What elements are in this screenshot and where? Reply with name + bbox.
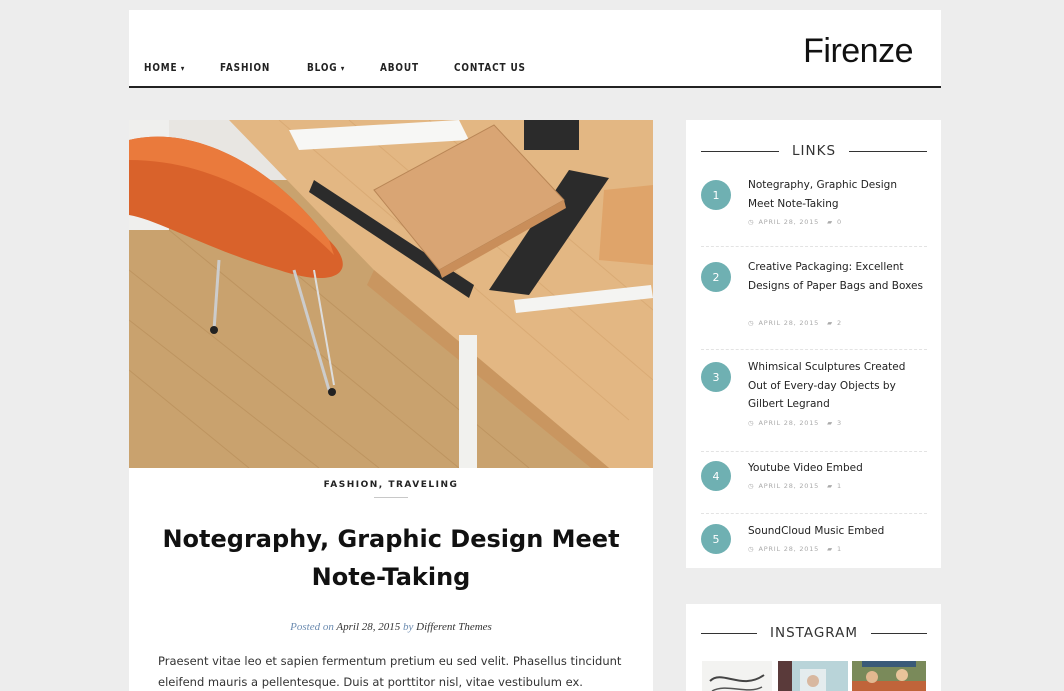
instagram-thumbnail[interactable] [702, 661, 772, 691]
instagram-thumbnail[interactable] [852, 661, 926, 691]
divider [701, 246, 927, 247]
number-badge: 1 [701, 180, 731, 210]
post-featured-image[interactable] [129, 120, 653, 468]
links-widget: LINKS 1 Notegraphy, Graphic Design Meet … [686, 120, 941, 568]
link-title[interactable]: Creative Packaging: Excellent Designs of… [748, 258, 923, 295]
list-item[interactable]: 1 Notegraphy, Graphic Design Meet Note-T… [701, 176, 927, 236]
instagram-thumbnail[interactable] [778, 661, 848, 691]
number-badge: 3 [701, 362, 731, 392]
link-title[interactable]: Notegraphy, Graphic Design Meet Note-Tak… [748, 176, 923, 213]
site-logo[interactable]: Firenze [803, 32, 913, 71]
clock-icon: ◷ [748, 218, 755, 226]
comment-icon: ▰ [827, 319, 833, 327]
nav-item-home[interactable]: HOME ▾ [144, 62, 185, 74]
link-title[interactable]: Youtube Video Embed [748, 459, 923, 478]
post-excerpt: Praesent vitae leo et sapien fermentum p… [158, 654, 622, 689]
divider [701, 451, 927, 452]
chevron-down-icon: ▾ [180, 63, 186, 73]
list-item[interactable]: 3 Whimsical Sculptures Created Out of Ev… [701, 358, 927, 438]
number-badge: 4 [701, 461, 731, 491]
page: HOME ▾ FASHION BLOG ▾ ABOUT CONTACT US Fir… [129, 10, 941, 691]
number-badge: 5 [701, 524, 731, 554]
comment-icon: ▰ [827, 419, 833, 427]
clock-icon: ◷ [748, 545, 755, 553]
instagram-widget: INSTAGRAM [686, 604, 941, 691]
nav-item-contact[interactable]: CONTACT US [454, 62, 526, 74]
post-categories[interactable]: FASHION, TRAVELING [129, 480, 653, 498]
comment-icon: ▰ [827, 482, 833, 490]
site-header: HOME ▾ FASHION BLOG ▾ ABOUT CONTACT US Fir… [129, 10, 941, 88]
clock-icon: ◷ [748, 319, 755, 327]
list-item[interactable]: 4 Youtube Video Embed ◷ APRIL 28, 2015 ▰ 1 [701, 459, 927, 499]
clock-icon: ◷ [748, 482, 755, 490]
post-author[interactable]: Different Themes [416, 621, 492, 633]
nav-item-blog[interactable]: BLOG ▾ [307, 62, 345, 74]
widget-title: INSTAGRAM [701, 624, 927, 642]
nav-item-fashion[interactable]: FASHION [220, 62, 270, 74]
number-badge: 2 [701, 262, 731, 292]
post-title[interactable]: Notegraphy, Graphic Design Meet Note-Tak… [149, 520, 633, 596]
post-meta: Posted on April 28, 2015 by Different Th… [290, 621, 492, 633]
list-item[interactable]: 2 Creative Packaging: Excellent Designs … [701, 258, 927, 338]
featured-post: FASHION, TRAVELING Notegraphy, Graphic D… [129, 120, 653, 691]
widget-title: LINKS [701, 142, 927, 160]
link-title[interactable]: Whimsical Sculptures Created Out of Ever… [748, 358, 923, 414]
comment-icon: ▰ [827, 545, 833, 553]
main-nav: HOME ▾ FASHION BLOG ▾ ABOUT CONTACT US [144, 62, 567, 74]
post-date[interactable]: April 28, 2015 [336, 621, 400, 633]
divider [374, 497, 408, 498]
link-meta: ◷ APRIL 28, 2015 ▰ 1 [748, 482, 842, 490]
link-meta: ◷ APRIL 28, 2015 ▰ 0 [748, 218, 842, 226]
nav-item-about[interactable]: ABOUT [380, 62, 419, 74]
chevron-down-icon: ▾ [341, 63, 346, 73]
divider [701, 349, 927, 350]
clock-icon: ◷ [748, 419, 755, 427]
list-item[interactable]: 5 SoundCloud Music Embed ◷ APRIL 28, 2015… [701, 522, 927, 562]
link-title[interactable]: SoundCloud Music Embed [748, 522, 923, 541]
divider [701, 513, 927, 514]
link-meta: ◷ APRIL 28, 2015 ▰ 1 [748, 545, 842, 553]
link-meta: ◷ APRIL 28, 2015 ▰ 2 [748, 319, 842, 327]
link-meta: ◷ APRIL 28, 2015 ▰ 3 [748, 419, 842, 427]
comment-icon: ▰ [827, 218, 833, 226]
